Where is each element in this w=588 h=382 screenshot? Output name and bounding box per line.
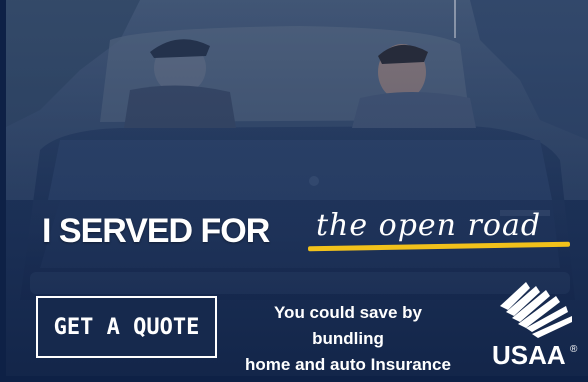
tagline-line2: home and auto Insurance	[245, 355, 451, 374]
headline-script: the open road	[307, 206, 578, 256]
tagline: You could save by bundling home and auto…	[236, 300, 460, 378]
usaa-wordmark: USAA	[492, 340, 566, 370]
headline: I SERVED FOR the open road	[42, 206, 571, 256]
tagline-line1: You could save by bundling	[273, 303, 422, 348]
script-underline	[307, 241, 571, 252]
get-a-quote-label: GET A QUOTE	[53, 314, 200, 340]
usaa-logo[interactable]: USAA ®	[486, 276, 580, 370]
left-border	[0, 0, 6, 382]
headline-script-text: the open road	[316, 208, 542, 243]
headline-text: I SERVED FOR	[42, 211, 270, 250]
registered-mark: ®	[570, 344, 578, 355]
usaa-eagle-icon	[500, 282, 572, 338]
usaa-banner-ad[interactable]: I SERVED FOR the open road GET A QUOTE Y…	[0, 0, 588, 382]
get-a-quote-button[interactable]: GET A QUOTE	[36, 296, 217, 358]
